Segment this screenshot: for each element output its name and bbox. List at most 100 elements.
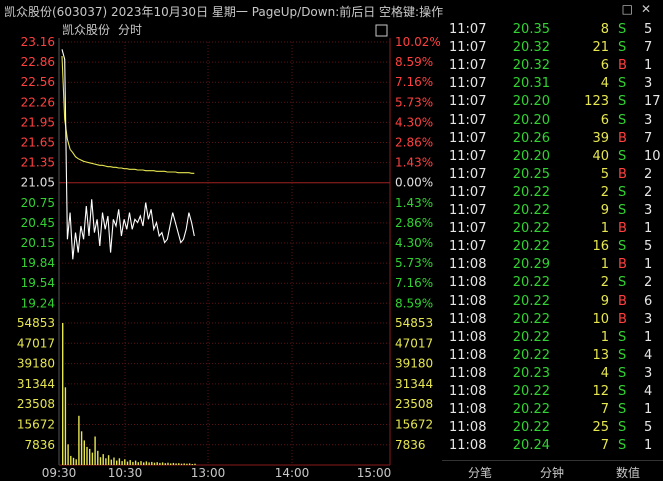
- tick-volume: 7: [600, 438, 609, 454]
- tick-row[interactable]: 11:07 20.20 6 S 3: [442, 113, 663, 131]
- tick-volume: 1: [600, 221, 609, 237]
- price-tick-label: 21.65: [21, 136, 55, 150]
- tick-row[interactable]: 11:08 20.22 2 S 2: [442, 275, 663, 293]
- volume-bar: [75, 459, 77, 465]
- tick-row[interactable]: 11:07 20.25 5 B 2: [442, 167, 663, 185]
- volume-bar: [151, 461, 153, 465]
- tick-row[interactable]: 11:07 20.20 123 S 17: [442, 94, 663, 112]
- tick-count: 1: [644, 58, 653, 74]
- tick-time: 11:08: [449, 257, 487, 273]
- tick-row[interactable]: 11:08 20.22 7 S 1: [442, 402, 663, 420]
- price-line: [61, 49, 195, 260]
- tick-row[interactable]: 11:08 20.22 1 S 1: [442, 330, 663, 348]
- tick-price: 20.20: [512, 112, 550, 128]
- close-icon[interactable]: ✕: [641, 2, 659, 16]
- tick-count: 2: [644, 184, 653, 200]
- tick-row[interactable]: 11:08 20.29 1 B 1: [442, 257, 663, 275]
- tick-price: 20.22: [512, 347, 550, 363]
- tick-volume: 21: [592, 40, 609, 56]
- volume-bar: [175, 463, 177, 465]
- tick-count: 1: [644, 402, 653, 418]
- volume-bar: [86, 446, 88, 465]
- tick-time: 11:08: [449, 311, 487, 327]
- volume-tick-label: 7836: [24, 438, 55, 452]
- tick-row[interactable]: 11:07 20.22 1 B 1: [442, 221, 663, 239]
- volume-tick-label-right: 54853: [395, 316, 433, 330]
- pct-tick-label: 5.73%: [395, 95, 433, 109]
- volume-bar: [194, 463, 196, 465]
- tick-row[interactable]: 11:08 20.22 25 S 5: [442, 420, 663, 438]
- tick-row[interactable]: 11:08 20.22 12 S 4: [442, 384, 663, 402]
- tick-price: 20.22: [512, 293, 550, 309]
- tab-ticks[interactable]: 分笔: [468, 464, 492, 481]
- panel-toggle-icon: [375, 24, 388, 37]
- time-axis-label: 15:00: [357, 466, 392, 478]
- tick-row[interactable]: 11:08 20.24 7 S 1: [442, 438, 663, 456]
- price-tick-label: 19.54: [21, 276, 55, 290]
- tick-time: 11:07: [449, 112, 487, 128]
- volume-bar: [145, 461, 148, 465]
- tick-count: 2: [644, 166, 653, 182]
- tick-row[interactable]: 11:08 20.22 13 S 4: [442, 348, 663, 366]
- volume-bar: [70, 455, 72, 465]
- volume-tick-label-right: 23508: [395, 397, 433, 411]
- tick-row[interactable]: 11:07 20.22 9 S 3: [442, 203, 663, 221]
- tick-price: 20.20: [512, 148, 550, 164]
- tick-row[interactable]: 11:07 20.22 2 S 2: [442, 185, 663, 203]
- pct-tick-label: 7.16%: [395, 276, 433, 290]
- tick-side: S: [618, 384, 627, 399]
- tick-row[interactable]: 11:07 20.32 6 B 1: [442, 58, 663, 76]
- volume-tick-label: 47017: [17, 336, 55, 350]
- tick-volume: 39: [592, 130, 609, 146]
- tick-count: 1: [644, 257, 653, 273]
- tick-row[interactable]: 11:07 20.32 21 S 7: [442, 40, 663, 58]
- tick-side: S: [618, 76, 627, 92]
- tick-side: S: [618, 420, 627, 436]
- tick-price: 20.22: [512, 402, 550, 418]
- tick-volume: 9: [600, 293, 609, 309]
- tick-list[interactable]: 11:07 20.35 8 S 5 11:07 20.32 21 S 7 11:07 20.32 6 B 1…: [442, 20, 663, 458]
- tick-side: S: [618, 329, 627, 345]
- volume-bar: [161, 462, 164, 465]
- tab-values[interactable]: 数值: [616, 464, 640, 481]
- tab-minutes[interactable]: 分钟: [540, 464, 564, 481]
- tick-side: B: [618, 166, 627, 182]
- tick-row[interactable]: 11:07 20.22 16 S 5: [442, 239, 663, 257]
- tick-row[interactable]: 11:07 20.26 39 B 7: [442, 131, 663, 149]
- tick-row[interactable]: 11:08 20.22 10 B 3: [442, 312, 663, 330]
- tick-count: 3: [644, 311, 653, 327]
- tick-side: S: [618, 438, 627, 454]
- volume-bar: [126, 461, 129, 465]
- tick-count: 5: [644, 420, 653, 436]
- tick-side: B: [618, 221, 627, 237]
- price-tick-label: 20.75: [21, 196, 55, 210]
- volume-bar: [91, 452, 94, 465]
- volume-bar: [64, 387, 67, 465]
- tick-count: 1: [644, 221, 653, 237]
- tick-count: 1: [644, 438, 653, 454]
- tick-count: 10: [644, 148, 661, 164]
- volume-bar: [83, 440, 85, 465]
- volume-bar: [102, 454, 104, 465]
- pct-tick-label: 4.30%: [395, 115, 433, 129]
- tick-time: 11:07: [449, 184, 487, 200]
- tick-count: 17: [644, 94, 661, 110]
- intraday-chart[interactable]: 凯众股份 分时 23.16 10.02% 22.86 8.59% 22.56 7.16% 22.…: [0, 20, 442, 478]
- tick-side: S: [618, 239, 627, 255]
- tick-time: 11:08: [449, 329, 487, 345]
- tick-side: S: [618, 94, 627, 110]
- tick-row[interactable]: 11:07 20.20 40 S 10: [442, 149, 663, 167]
- tick-row[interactable]: 11:08 20.23 4 S 3: [442, 366, 663, 384]
- tick-time: 11:08: [449, 347, 487, 363]
- volume-bar: [80, 431, 83, 465]
- price-tick-label: 23.16: [21, 35, 55, 49]
- tick-side: B: [618, 257, 627, 273]
- tick-row[interactable]: 11:07 20.31 4 S 3: [442, 76, 663, 94]
- tick-row[interactable]: 11:08 20.22 9 B 6: [442, 294, 663, 312]
- tick-side: S: [618, 22, 627, 37]
- tick-price: 20.26: [512, 130, 550, 146]
- tick-count: 4: [644, 384, 653, 399]
- maximize-icon[interactable]: □: [622, 2, 641, 16]
- tick-row[interactable]: 11:07 20.35 8 S 5: [442, 22, 663, 40]
- tick-count: 1: [644, 329, 653, 345]
